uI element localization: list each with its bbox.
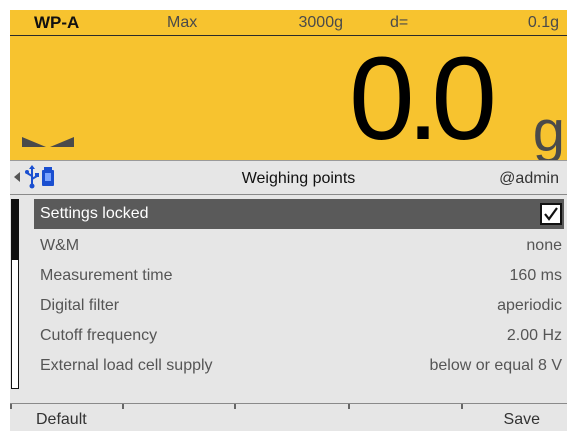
weighing-terminal-screen: WP-A Max 3000g d= 0.1g 0.0 g Weighing po… [0, 0, 567, 431]
readability-value: 0.1g [527, 14, 559, 31]
settings-list: Settings locked W&M none Measurement tim… [10, 195, 567, 403]
softkey-divider [234, 404, 236, 409]
save-button[interactable]: Save [504, 410, 540, 430]
max-capacity-value: 3000g [298, 14, 344, 31]
list-item-wm[interactable]: W&M none [34, 231, 564, 261]
list-item-settings-locked[interactable]: Settings locked [34, 199, 564, 229]
max-capacity-label: Max [167, 14, 198, 31]
list-item-label: Digital filter [40, 297, 120, 314]
list-item-label: W&M [40, 237, 80, 254]
softkey-divider [10, 404, 12, 409]
title-bar: Weighing points @admin [10, 160, 567, 195]
weight-unit: g [532, 99, 565, 164]
list-item-value: 160 ms [509, 267, 562, 284]
list-item-value: 2.00 Hz [506, 327, 562, 344]
page-title: Weighing points [241, 170, 356, 187]
weight-display: WP-A Max 3000g d= 0.1g 0.0 g [10, 10, 567, 165]
weighing-point-name: WP-A [34, 13, 80, 32]
default-button[interactable]: Default [36, 410, 87, 430]
list-item-value: aperiodic [497, 297, 562, 314]
settings-locked-checkbox[interactable] [540, 203, 562, 225]
zero-indicator-icon [22, 137, 74, 147]
softkey-divider [461, 404, 463, 409]
list-item-measurement-time[interactable]: Measurement time 160 ms [34, 261, 564, 291]
list-item-value: below or equal 8 V [429, 357, 562, 374]
list-item-cutoff-frequency[interactable]: Cutoff frequency 2.00 Hz [34, 321, 564, 351]
scrollbar[interactable] [11, 199, 19, 389]
softkey-bar: Default Save [10, 403, 567, 431]
scrollbar-thumb[interactable] [12, 200, 18, 260]
list-item-value: none [526, 237, 562, 254]
list-item-digital-filter[interactable]: Digital filter aperiodic [34, 291, 564, 321]
list-item-label: Settings locked [40, 205, 149, 222]
list-item-label: Measurement time [40, 267, 173, 284]
weight-value: 0.0 [348, 33, 497, 165]
list-item-external-load-cell-supply[interactable]: External load cell supply below or equal… [34, 351, 564, 381]
current-user-label: @admin [499, 170, 559, 187]
softkey-divider [122, 404, 124, 409]
softkey-divider [348, 404, 350, 409]
list-item-label: Cutoff frequency [40, 327, 158, 344]
list-item-label: External load cell supply [40, 357, 213, 374]
